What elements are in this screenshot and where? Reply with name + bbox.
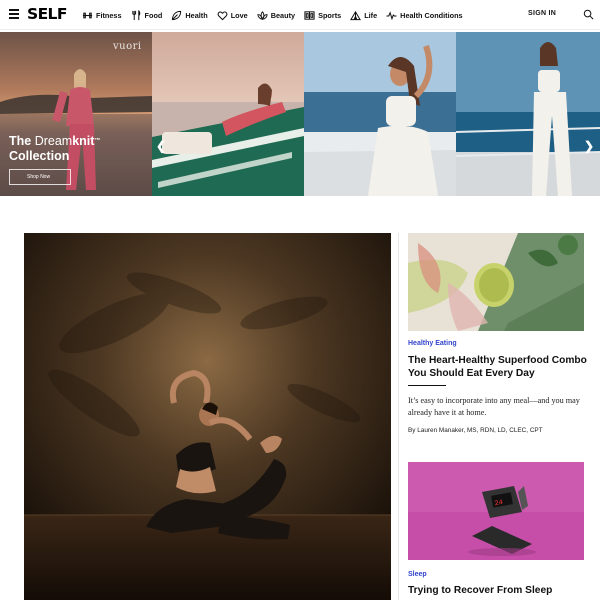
nav-item-label: Food <box>144 10 163 20</box>
column-divider <box>398 233 399 600</box>
promo-title-part: Collection <box>9 149 70 163</box>
carousel-prev-arrow[interactable]: ❮ <box>156 139 166 153</box>
leaf-icon <box>172 10 182 20</box>
nav-item-sports[interactable]: Sports <box>304 10 341 21</box>
nav-item-label: Sports <box>318 10 342 20</box>
nav-item-beauty[interactable]: Beauty <box>257 10 295 21</box>
nav-item-health[interactable]: Health <box>171 10 208 21</box>
nav-item-fitness[interactable]: Fitness <box>82 10 122 21</box>
lotus-icon <box>257 10 268 20</box>
article-category[interactable]: Healthy Eating <box>408 340 457 347</box>
heart-icon <box>217 11 228 20</box>
nav-item-label: Life <box>364 10 378 20</box>
carousel-next-arrow[interactable]: ❯ <box>584 139 594 153</box>
nav-item-label: Beauty <box>270 10 296 20</box>
scoreboard-icon <box>304 10 315 20</box>
svg-text:24: 24 <box>494 499 504 508</box>
nav-item-label: Fitness <box>96 10 122 20</box>
carousel-slide[interactable]: ❮ <box>152 32 304 196</box>
trademark-mark: ™ <box>94 138 101 144</box>
promo-title-part: knit <box>72 134 95 148</box>
article-headline[interactable]: Trying to Recover From Sleep <box>408 584 588 597</box>
tent-icon <box>350 10 362 20</box>
site-logo[interactable]: SELF <box>27 5 67 23</box>
article-dek: It’s easy to incorporate into any meal—a… <box>408 396 580 417</box>
article-image-sleep[interactable]: 24 <box>408 462 584 560</box>
shop-now-button[interactable]: Shop Now <box>9 169 71 185</box>
nav-menu: Fitness Food Health Love Beauty Sports L… <box>82 0 472 30</box>
search-icon[interactable] <box>583 9 594 20</box>
article-byline: By Lauren Manaker, MS, RDN, LD, CLEC, CP… <box>408 427 543 434</box>
carousel-slide[interactable] <box>304 32 456 196</box>
vuori-logo: vuori <box>113 41 142 52</box>
article-image-superfood[interactable] <box>408 233 584 331</box>
nav-item-label: Health <box>185 10 208 20</box>
carousel-slide[interactable]: ❯ <box>456 32 600 196</box>
top-nav: SELF Fitness Food Health Love Beauty Spo… <box>0 0 600 30</box>
hamburger-menu-icon[interactable] <box>9 9 19 19</box>
pulse-icon <box>386 10 397 20</box>
headline-rule <box>408 385 446 386</box>
nav-item-food[interactable]: Food <box>131 9 163 21</box>
article-headline[interactable]: The Heart-Healthy Superfood Combo You Sh… <box>408 354 588 380</box>
nav-item-love[interactable]: Love <box>217 10 248 21</box>
promo-title-part: The <box>9 134 35 148</box>
promo-title: The Dreamknit™ Collection <box>9 134 100 164</box>
sign-in-link[interactable]: SIGN IN <box>528 10 556 17</box>
promo-title-part: Dream <box>34 134 73 148</box>
nav-item-label: Love <box>230 10 248 20</box>
nav-item-label: Health Conditions <box>400 10 463 20</box>
utensils-icon <box>131 9 140 20</box>
nav-item-life[interactable]: Life <box>350 10 377 21</box>
article-category[interactable]: Sleep <box>408 571 427 578</box>
promo-carousel[interactable]: vuori ❮ ❯ The Dreamknit™ Collection Shop… <box>0 32 600 196</box>
dumbbell-icon <box>82 12 93 18</box>
nav-item-health-conditions[interactable]: Health Conditions <box>386 10 463 21</box>
feature-image-yoga[interactable] <box>24 233 391 600</box>
